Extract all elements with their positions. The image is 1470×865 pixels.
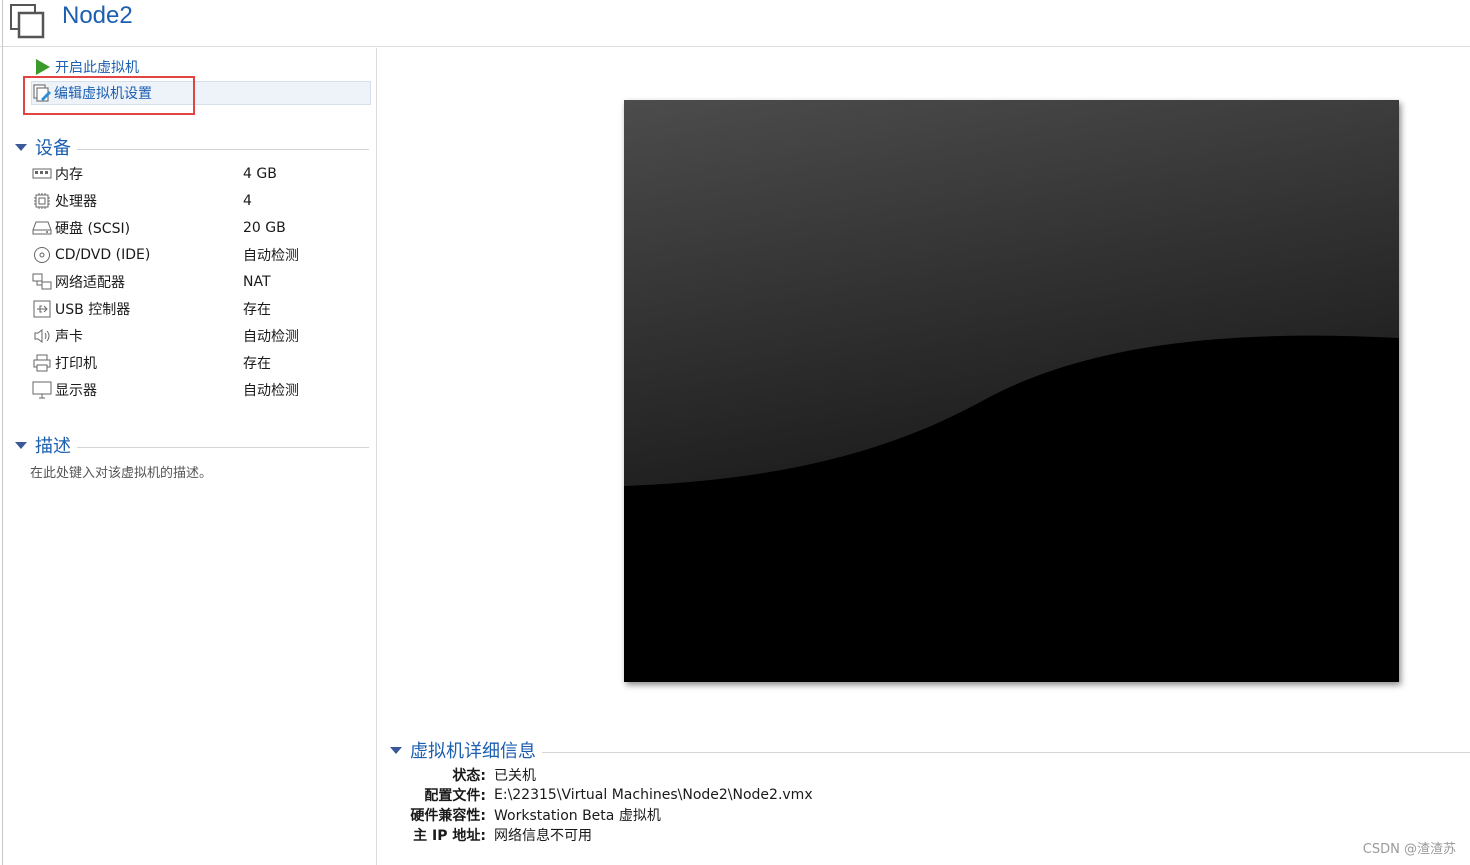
vm-screen-graphic [624,100,1399,682]
section-divider [77,446,369,448]
device-name: 网络适配器 [55,274,125,291]
detail-value: 已关机 [494,768,536,784]
collapse-triangle-icon[interactable] [390,746,402,754]
watermark: CSDN @渣渣苏 [1362,842,1456,857]
section-divider [542,751,1470,753]
vm-header: Node2 [0,0,1470,47]
device-value: 自动检测 [243,382,299,399]
detail-label: 主 IP 地址: [413,828,486,844]
device-row-network[interactable]: 网络适配器 NAT [31,268,371,295]
device-value: 20 GB [243,219,286,236]
cd-icon [31,245,53,265]
cpu-icon [31,191,53,211]
devices-section-header[interactable]: 设备 [15,136,369,159]
device-name: 显示器 [55,382,97,399]
device-name: CD/DVD (IDE) [55,246,151,263]
start-vm-label: 开启此虚拟机 [55,60,139,76]
harddisk-icon [31,218,53,238]
device-value: 4 GB [243,165,277,182]
detail-value: 网络信息不可用 [494,828,592,844]
collapse-triangle-icon[interactable] [15,441,27,449]
details-section-title: 虚拟机详细信息 [410,741,536,762]
description-input[interactable]: 在此处键入对该虚拟机的描述。 [30,462,212,481]
details-section-header[interactable]: 虚拟机详细信息 [390,739,1470,762]
device-value: 自动检测 [243,328,299,345]
device-name: USB 控制器 [55,301,131,318]
device-row-display[interactable]: 显示器 自动检测 [31,376,371,403]
vm-details-section: 虚拟机详细信息 状态: 已关机 配置文件: E:\22315\Virtual M… [390,739,1470,844]
detail-row-config-file: 配置文件: E:\22315\Virtual Machines\Node2\No… [390,785,813,805]
detail-label: 配置文件: [424,788,486,804]
device-value: 4 [243,192,252,209]
vm-screen-preview[interactable] [624,100,1399,682]
device-row-cddvd[interactable]: CD/DVD (IDE) 自动检测 [31,241,371,268]
device-name: 声卡 [55,328,83,345]
device-row-sound[interactable]: 声卡 自动检测 [31,322,371,349]
sound-icon [31,326,53,346]
play-icon [33,57,53,77]
detail-row-ip-address: 主 IP 地址: 网络信息不可用 [390,825,592,845]
device-name: 处理器 [55,193,97,210]
collapse-triangle-icon[interactable] [15,143,27,151]
device-row-memory[interactable]: 内存 4 GB [31,160,371,187]
network-icon [31,272,53,292]
device-row-printer[interactable]: 打印机 存在 [31,349,371,376]
detail-row-hardware-compat: 硬件兼容性: Workstation Beta 虚拟机 [390,805,661,825]
device-row-harddisk[interactable]: 硬盘 (SCSI) 20 GB [31,214,371,241]
device-value: 存在 [243,355,271,372]
section-divider [77,148,369,150]
device-name: 内存 [55,166,83,183]
start-vm-link[interactable]: 开启此虚拟机 [33,55,139,79]
device-value: NAT [243,273,271,290]
device-row-processor[interactable]: 处理器 4 [31,187,371,214]
left-panel: 开启此虚拟机 编辑虚拟机设置 设备 内存 4 GB 处理器 4 硬盘 (SCSI… [3,48,377,865]
detail-label: 硬件兼容性: [410,808,486,824]
device-value: 存在 [243,301,271,318]
detail-row-status: 状态: 已关机 [390,765,536,785]
description-section-title: 描述 [35,436,71,457]
detail-value: E:\22315\Virtual Machines\Node2\Node2.vm… [494,787,813,803]
memory-icon [31,164,53,184]
vm-window-icon [10,4,45,39]
vm-title: Node2 [62,2,133,29]
devices-section-title: 设备 [35,138,71,159]
detail-value: Workstation Beta 虚拟机 [494,808,661,824]
device-name: 硬盘 (SCSI) [55,220,131,237]
edit-vm-settings-label: 编辑虚拟机设置 [54,86,152,102]
description-section-header[interactable]: 描述 [15,434,369,457]
device-name: 打印机 [55,355,97,372]
edit-vm-settings-link[interactable]: 编辑虚拟机设置 [31,81,371,105]
printer-icon [31,353,53,373]
devices-list: 内存 4 GB 处理器 4 硬盘 (SCSI) 20 GB CD/DVD (ID… [31,160,371,403]
edit-settings-icon [32,83,52,103]
detail-label: 状态: [452,768,486,784]
usb-icon [31,299,53,319]
device-row-usb[interactable]: USB 控制器 存在 [31,295,371,322]
device-value: 自动检测 [243,247,299,264]
display-icon [31,380,53,400]
